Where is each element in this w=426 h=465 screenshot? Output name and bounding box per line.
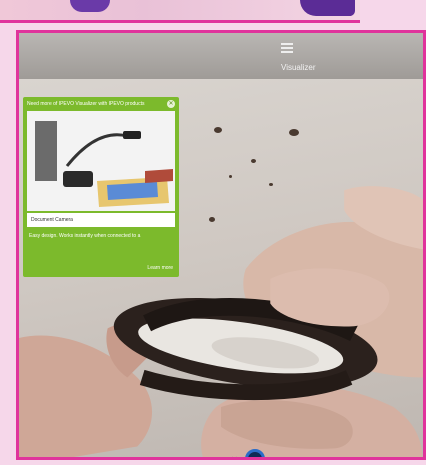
ad-body: Easy design. Works instantly when connec… (29, 233, 141, 239)
close-icon[interactable]: ✕ (167, 100, 175, 108)
learn-more-link[interactable]: Learn more (147, 265, 173, 271)
purple-object (70, 0, 110, 12)
photo-frame: Visualizer Need more of IPEVO Visualizer… (16, 30, 426, 460)
background-photo-strip (0, 0, 426, 26)
purple-object (300, 0, 355, 16)
close-icon[interactable]: ✕ (231, 455, 238, 457)
ad-caption: Document Camera (27, 213, 175, 227)
app-title: Visualizer (281, 63, 316, 72)
menu-icon[interactable] (281, 43, 293, 53)
document-camera-image (27, 111, 175, 211)
tablet-top-bar: Visualizer (19, 33, 423, 79)
ad-card[interactable]: Need more of IPEVO Visualizer with IPEVO… (23, 97, 179, 277)
ad-headline: Need more of IPEVO Visualizer with IPEVO… (27, 101, 145, 107)
